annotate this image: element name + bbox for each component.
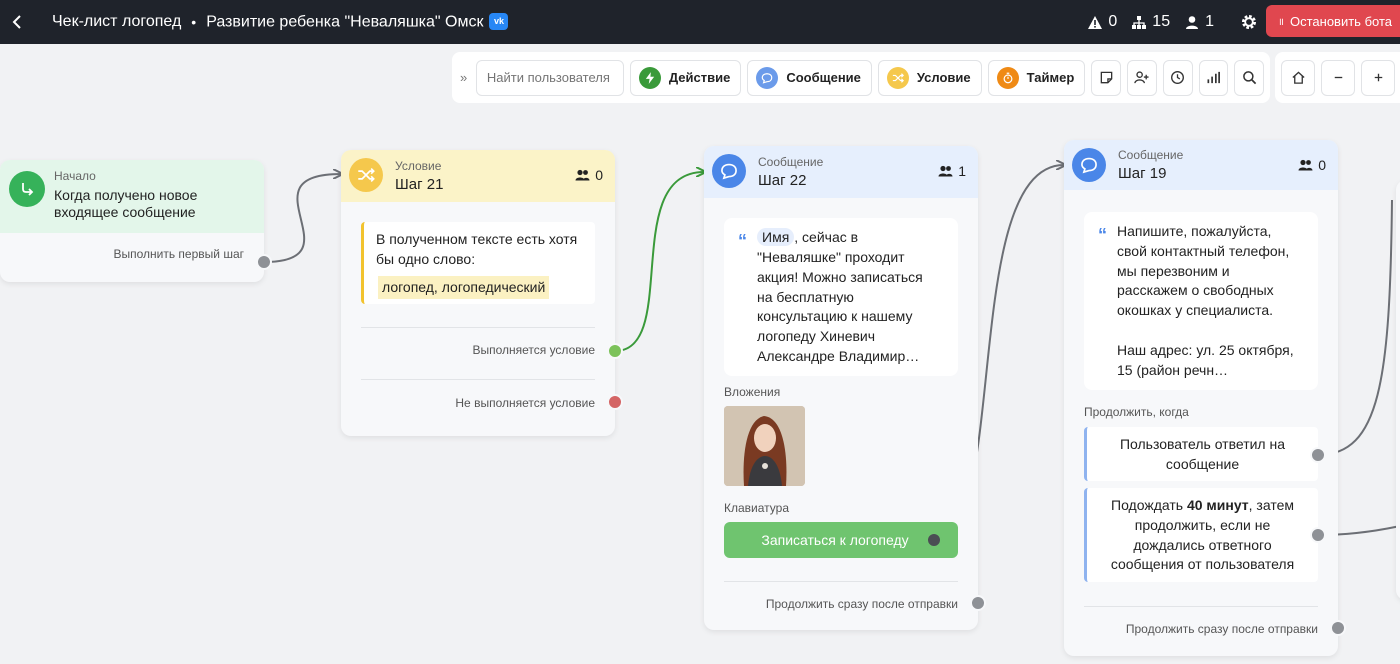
edge-start-to-step21	[263, 174, 341, 263]
message-node-step19[interactable]: Сообщение Шаг 19 0 “ Напишите, пожалуйст…	[1064, 140, 1346, 656]
start-output-port[interactable]	[256, 254, 272, 270]
message-node-type: Сообщение	[758, 155, 824, 169]
condition-user-count: 0	[595, 167, 603, 183]
woman-photo-icon	[724, 406, 805, 486]
condition-text: В полученном тексте есть хотя бы одно сл…	[376, 231, 578, 267]
reply-condition-text: Пользователь ответил на сообщение	[1119, 436, 1286, 472]
quote-icon: “	[1098, 225, 1107, 245]
message-text: "Неваляшке" проходит акция! Можно записа…	[757, 249, 923, 364]
message-user-count: 1	[958, 163, 966, 179]
continue-port[interactable]	[970, 595, 986, 611]
start-icon	[9, 171, 45, 207]
condition-true-label: Выполняется условие	[472, 343, 595, 357]
start-node[interactable]: Начало Когда получено новое входящее соо…	[0, 160, 272, 282]
divider	[361, 379, 595, 380]
continue-port[interactable]	[1330, 620, 1346, 636]
message-node-header: Сообщение Шаг 22 1	[704, 146, 978, 198]
divider	[724, 581, 958, 582]
divider	[361, 327, 595, 328]
condition-false-label: Не выполняется условие	[455, 396, 595, 410]
keyboard-button[interactable]: Записаться к логопеду	[724, 522, 958, 558]
users-count-badge: 0	[575, 167, 603, 183]
variable-chip: Имя	[757, 228, 795, 246]
condition-node-step21[interactable]: Условие Шаг 21 0 В полученном тексте ест…	[341, 150, 623, 436]
attachment-image[interactable]	[724, 406, 805, 486]
keyboard-label: Клавиатура	[724, 501, 789, 515]
shuffle-icon	[349, 158, 383, 192]
condition-body: В полученном тексте есть хотя бы одно сл…	[361, 222, 595, 304]
users-icon	[938, 165, 953, 177]
offscreen-node[interactable]	[1396, 180, 1400, 600]
timeout-condition-port[interactable]	[1310, 527, 1326, 543]
condition-true-port[interactable]	[607, 343, 623, 359]
message-node-header: Сообщение Шаг 19 0	[1064, 140, 1338, 190]
start-node-type: Начало	[54, 169, 96, 183]
reply-condition-port[interactable]	[1310, 447, 1326, 463]
users-count-badge: 1	[938, 163, 966, 179]
message-node-type: Сообщение	[1118, 148, 1184, 162]
condition-node-type: Условие	[395, 159, 442, 173]
users-icon	[1298, 159, 1313, 171]
message-user-count: 0	[1318, 157, 1326, 173]
continue-when-label: Продолжить, когда	[1084, 405, 1189, 419]
users-count-badge: 0	[1298, 157, 1326, 173]
message-first-line: Имя, сейчас в	[757, 228, 957, 248]
condition-keywords: логопед, логопедический	[378, 276, 550, 299]
timeout-condition: Подождать 40 минут, затем продолжить, ес…	[1084, 488, 1318, 582]
condition-node-name: Шаг 21	[395, 176, 444, 193]
attachments-label: Вложения	[724, 385, 781, 399]
start-output-label: Выполнить первый шаг	[113, 247, 244, 261]
chat-icon	[1072, 148, 1106, 182]
message-text-start: , сейчас в	[794, 229, 859, 245]
keyboard-button-port[interactable]	[926, 532, 942, 548]
message-node-step22[interactable]: Сообщение Шаг 22 1 “ Имя, сейчас в "Нева…	[704, 146, 986, 630]
message-body: “ Имя, сейчас в "Неваляшке" проходит акц…	[724, 218, 958, 376]
message-body: “ Напишите, пожалуйста, свой контактный …	[1084, 212, 1318, 390]
edge-step21-to-step22	[614, 172, 704, 352]
divider	[1084, 606, 1318, 607]
start-node-header: Начало Когда получено новое входящее соо…	[0, 160, 264, 233]
message-node-name: Шаг 19	[1118, 165, 1167, 182]
keyboard-button-label: Записаться к логопеду	[761, 532, 909, 548]
condition-false-port[interactable]	[607, 394, 623, 410]
message-text: Напишите, пожалуйста, свой контактный те…	[1117, 223, 1294, 378]
reply-condition: Пользователь ответил на сообщение	[1084, 427, 1318, 481]
continue-label: Продолжить сразу после отправки	[765, 597, 958, 611]
quote-icon: “	[738, 231, 747, 251]
timeout-duration: 40 минут	[1186, 497, 1249, 513]
users-icon	[575, 169, 590, 181]
timeout-text-pre: Подождать	[1111, 497, 1187, 513]
chat-icon	[712, 154, 746, 188]
continue-label: Продолжить сразу после отправки	[1125, 622, 1318, 636]
condition-node-header: Условие Шаг 21 0	[341, 150, 615, 202]
start-node-trigger: Когда получено новое входящее сообщение	[54, 187, 198, 220]
message-node-name: Шаг 22	[758, 172, 807, 189]
